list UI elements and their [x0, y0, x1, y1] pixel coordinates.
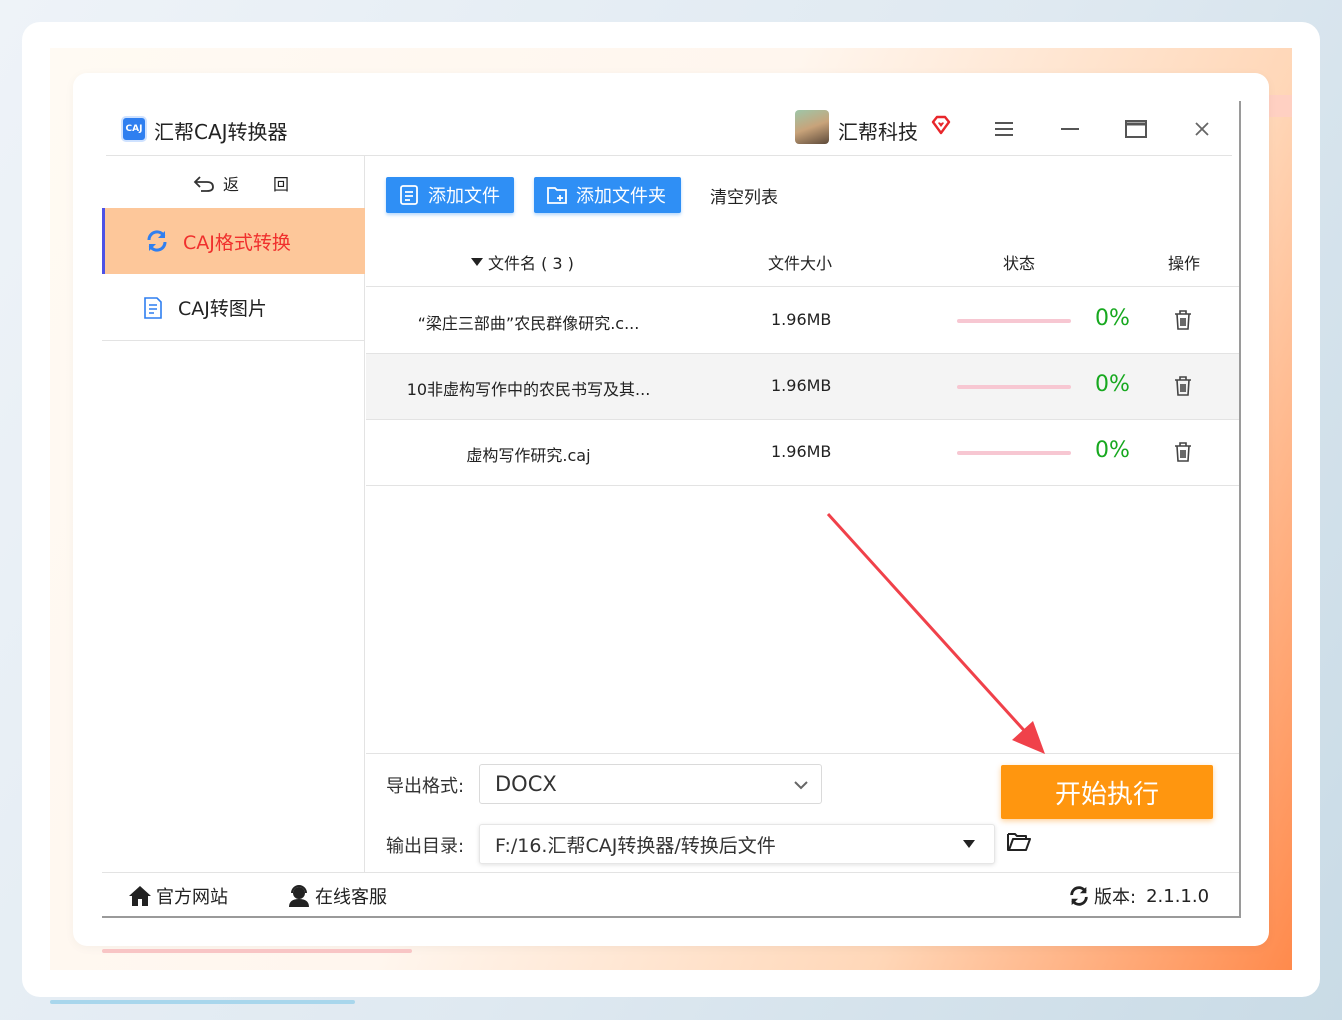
online-service-link[interactable]: 在线客服: [287, 883, 387, 909]
divider: [102, 872, 1239, 873]
caj-logo-icon: CAJ: [121, 116, 147, 142]
format-select[interactable]: DOCX: [479, 764, 822, 804]
sidebar-item-caj-to-image[interactable]: CAJ转图片: [102, 275, 365, 341]
user-headset-icon: [289, 885, 309, 907]
format-value: DOCX: [495, 772, 557, 796]
format-label: 导出格式:: [386, 776, 465, 797]
file-name: 10非虚构写作中的农民书写及其...: [406, 380, 651, 399]
home-icon: [129, 886, 151, 906]
progress-percent: 0%: [1095, 306, 1130, 331]
trash-icon[interactable]: [1173, 375, 1193, 401]
table-row[interactable]: 虚构写作研究.caj 1.96MB 0%: [366, 420, 1239, 486]
avatar[interactable]: [795, 110, 829, 144]
progress-bar: [957, 451, 1071, 455]
folder-open-icon[interactable]: [1006, 830, 1032, 858]
sidebar-item-caj-convert[interactable]: CAJ格式转换: [102, 208, 365, 274]
folder-plus-icon: [547, 187, 567, 204]
divider: [366, 753, 1239, 754]
document-icon: [144, 296, 162, 319]
version-label: 版本:: [1094, 887, 1137, 908]
refresh-icon: [147, 230, 167, 252]
column-header-size: 文件大小: [768, 254, 833, 273]
output-dir-select[interactable]: F:/16.汇帮CAJ转换器/转换后文件: [479, 824, 995, 864]
progress-bar: [957, 385, 1071, 389]
version-info[interactable]: 版本: 2.1.1.0: [1068, 883, 1209, 909]
file-size: 1.96MB: [771, 310, 832, 329]
output-dir-value: F:/16.汇帮CAJ转换器/转换后文件: [495, 834, 776, 857]
triangle-down-icon: [963, 840, 975, 848]
table-header: 文件名 ( 3 ) 文件大小 状态 操作: [366, 240, 1239, 287]
column-header-filename[interactable]: 文件名 ( 3 ): [470, 250, 574, 274]
triangle-down-icon: [471, 258, 483, 266]
company-name[interactable]: 汇帮科技: [838, 116, 918, 145]
start-button[interactable]: 开始执行: [1001, 765, 1213, 819]
column-header-status: 状态: [1003, 254, 1036, 273]
column-header-label: 文件名 ( 3 ): [488, 254, 574, 273]
online-service-label: 在线客服: [315, 887, 387, 908]
column-header-operations: 操作: [1168, 254, 1201, 273]
version-value: 2.1.1.0: [1146, 885, 1210, 907]
refresh-icon: [1070, 886, 1088, 906]
frame-border: [1239, 101, 1241, 917]
official-site-link[interactable]: 官方网站: [128, 883, 228, 909]
back-label: 返: [223, 175, 240, 194]
trash-icon[interactable]: [1173, 441, 1193, 467]
chevron-down-icon: [794, 781, 808, 790]
trash-icon[interactable]: [1173, 309, 1193, 335]
file-list-icon: [400, 185, 418, 205]
table-row[interactable]: “梁庄三部曲”农民群像研究.c... 1.96MB 0%: [366, 288, 1239, 354]
decorative-line: [50, 1000, 355, 1004]
undo-arrow-icon: [193, 176, 214, 192]
file-size: 1.96MB: [771, 376, 832, 395]
table-row[interactable]: 10非虚构写作中的农民书写及其... 1.96MB 0%: [366, 354, 1239, 420]
progress-percent: 0%: [1095, 372, 1130, 397]
back-label: 回: [273, 175, 290, 194]
minimize-icon[interactable]: [1055, 114, 1085, 144]
maximize-icon[interactable]: [1121, 114, 1151, 144]
add-file-button[interactable]: 添加文件: [386, 177, 514, 213]
output-dir-label: 输出目录:: [386, 836, 465, 857]
decorative-line-pink: [102, 949, 412, 953]
hamburger-icon[interactable]: [989, 114, 1019, 144]
add-folder-button[interactable]: 添加文件夹: [534, 177, 681, 213]
divider: [106, 155, 1232, 156]
close-icon[interactable]: [1187, 114, 1217, 144]
app-title: 汇帮CAJ转换器: [154, 120, 288, 144]
back-button[interactable]: 返 回: [193, 171, 289, 195]
file-size: 1.96MB: [771, 442, 832, 461]
official-site-label: 官方网站: [156, 887, 228, 908]
sidebar-item-label: CAJ转图片: [178, 298, 267, 320]
file-name: “梁庄三部曲”农民群像研究.c...: [417, 314, 640, 333]
sidebar-item-label: CAJ格式转换: [183, 231, 291, 254]
add-folder-label: 添加文件夹: [576, 186, 666, 207]
add-file-label: 添加文件: [428, 186, 500, 207]
file-name: 虚构写作研究.caj: [466, 446, 591, 465]
progress-bar: [957, 319, 1071, 323]
frame-border: [102, 916, 1241, 918]
progress-percent: 0%: [1095, 438, 1130, 463]
clear-list-button[interactable]: 清空列表: [710, 183, 778, 208]
diamond-heart-icon[interactable]: [929, 113, 953, 137]
